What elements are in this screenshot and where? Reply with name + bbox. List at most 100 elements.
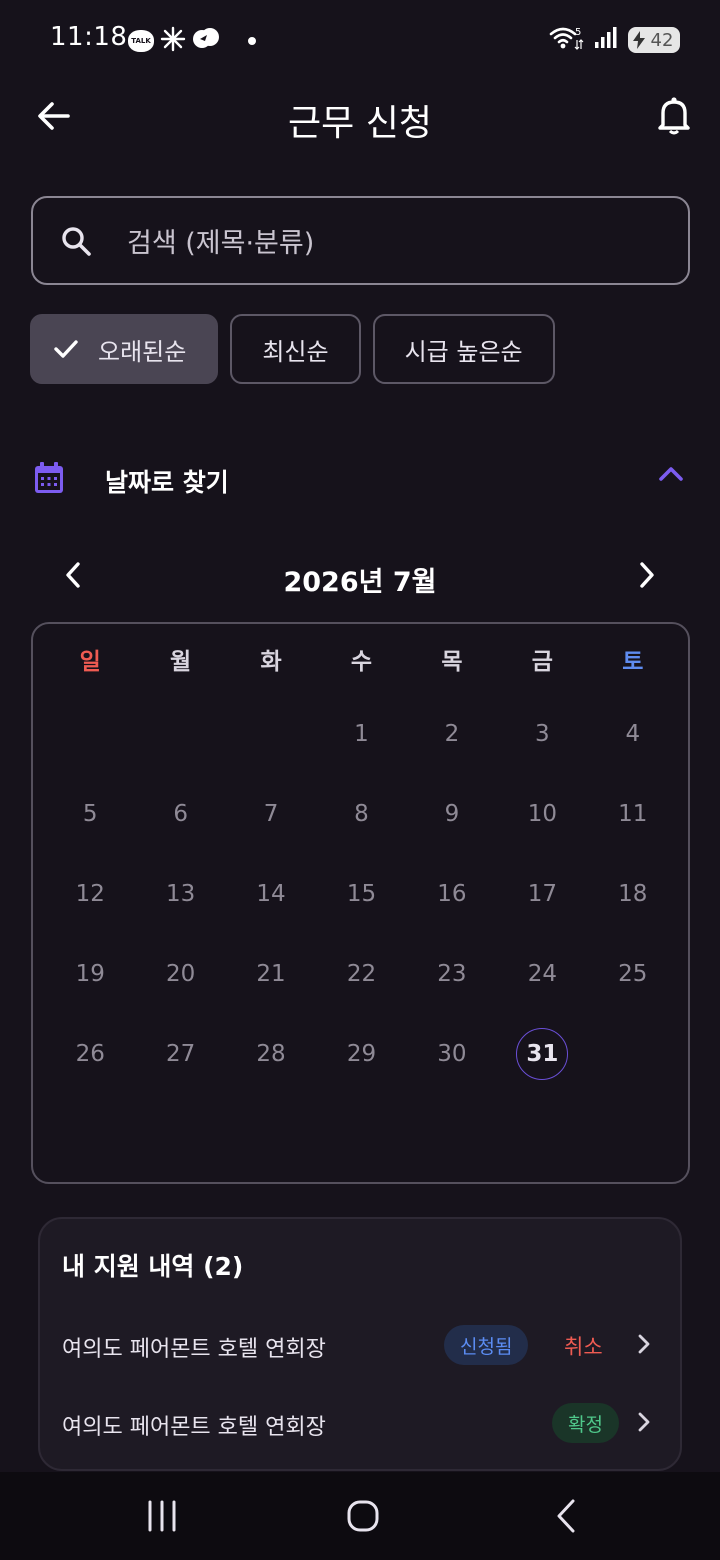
system-back-button[interactable] <box>536 1496 596 1536</box>
calendar-day[interactable]: 4 <box>588 694 678 774</box>
home-button[interactable] <box>333 1496 393 1536</box>
kakaotalk-icon: TALK <box>128 30 154 52</box>
calendar-day[interactable]: 19 <box>45 934 135 1014</box>
notification-icons: TALK <box>128 26 256 56</box>
status-time: 11:18 <box>50 22 128 52</box>
status-badge-confirmed: 확정 <box>552 1403 619 1443</box>
calendar-day[interactable]: 28 <box>226 1014 316 1094</box>
weekday-wed: 수 <box>350 649 373 675</box>
notifications-button[interactable] <box>650 92 698 140</box>
calendar-day[interactable]: 16 <box>407 854 497 934</box>
sort-chip-highest-wage[interactable]: 시급 높은순 <box>372 314 555 384</box>
cancel-button[interactable]: 취소 <box>564 1331 603 1361</box>
calendar-day-number: 4 <box>625 721 641 747</box>
signal-icon <box>594 26 618 54</box>
calendar-day-number: 13 <box>165 881 196 907</box>
search-icon <box>61 224 95 258</box>
calendar-day[interactable]: 27 <box>135 1014 225 1094</box>
calendar-day[interactable]: 18 <box>588 854 678 934</box>
back-chevron-icon <box>557 1499 575 1533</box>
sort-chip-label: 오래된순 <box>98 337 187 366</box>
application-row[interactable]: 여의도 페어몬트 호텔 연회장 신청됨 취소 <box>40 1315 680 1375</box>
calendar-day-number: 23 <box>437 961 467 987</box>
calendar-day[interactable]: 8 <box>316 774 406 854</box>
calendar-day-number: 18 <box>618 881 648 907</box>
calendar-day[interactable]: 5 <box>45 774 135 854</box>
calendar: 일 월 화 수 목 금 토 1 2 3 4 5 6 7 8 9 10 11 12 13 14 15 16 17 1… <box>31 622 690 1184</box>
status-badge-applied: 신청됨 <box>444 1325 529 1365</box>
calendar-day-today[interactable]: 31 <box>497 1014 587 1094</box>
calendar-day-number: 5 <box>82 801 98 827</box>
calendar-day-number: 16 <box>437 881 467 907</box>
calendar-day-number: 31 <box>516 1028 569 1080</box>
recent-apps-icon <box>148 1500 176 1532</box>
calendar-day-number: 20 <box>165 961 196 987</box>
calendar-day[interactable]: 24 <box>497 934 587 1014</box>
calendar-day-number: 12 <box>75 881 105 907</box>
calendar-day[interactable]: 1 <box>316 694 406 774</box>
check-icon <box>54 339 78 359</box>
search-placeholder: 검색 (제목·분류) <box>127 228 315 259</box>
search-input[interactable]: 검색 (제목·분류) <box>31 196 690 285</box>
wifi-band-label: 5 <box>575 27 581 38</box>
calendar-day-number: 19 <box>75 961 105 987</box>
calendar-day-number: 28 <box>256 1041 286 1067</box>
calendar-day-number: 2 <box>444 721 460 747</box>
calendar-day[interactable]: 17 <box>497 854 587 934</box>
calendar-day[interactable]: 2 <box>407 694 497 774</box>
battery-icon: 42 <box>628 27 680 53</box>
sort-chip-newest[interactable]: 최신순 <box>230 314 361 384</box>
calendar-day-number: 25 <box>618 961 648 987</box>
system-nav-bar <box>0 1472 720 1560</box>
calendar-day-number: 14 <box>256 881 286 907</box>
calendar-day[interactable]: 26 <box>45 1014 135 1094</box>
calendar-day[interactable]: 22 <box>316 934 406 1014</box>
calendar-day[interactable]: 23 <box>407 934 497 1014</box>
calendar-day-number: 22 <box>346 961 377 987</box>
calendar-day[interactable]: 11 <box>588 774 678 854</box>
calendar-day[interactable]: 20 <box>135 934 225 1014</box>
calendar-day-number: 17 <box>527 881 557 907</box>
day-grid: 1 2 3 4 5 6 7 8 9 10 11 12 13 14 15 16 17 18 19 20 21 22 23 24 2… <box>45 694 678 1094</box>
application-name: 여의도 페어몬트 호텔 연회장 <box>62 1415 326 1440</box>
calendar-day[interactable]: 30 <box>407 1014 497 1094</box>
calendar-day[interactable]: 21 <box>226 934 316 1014</box>
sort-chip-oldest[interactable]: 오래된순 <box>30 314 219 384</box>
application-row[interactable]: 여의도 페어몬트 호텔 연회장 확정 <box>40 1393 680 1453</box>
status-bar: 11:18 TALK 5 42 <box>0 0 720 78</box>
calendar-day-number: 30 <box>437 1041 467 1067</box>
calendar-day[interactable]: 6 <box>135 774 225 854</box>
collapse-button[interactable] <box>658 464 684 486</box>
calendar-day-number: 10 <box>527 801 557 827</box>
calendar-day[interactable]: 13 <box>135 854 225 934</box>
calendar-day[interactable]: 7 <box>226 774 316 854</box>
calendar-day[interactable]: 3 <box>497 694 587 774</box>
sparkle-icon <box>160 26 186 56</box>
calendar-day[interactable]: 15 <box>316 854 406 934</box>
calendar-day[interactable]: 14 <box>226 854 316 934</box>
calendar-day-number: 9 <box>444 801 460 827</box>
weekday-sat: 토 <box>622 649 644 675</box>
calendar-day-number: 27 <box>165 1041 196 1067</box>
date-filter-header[interactable]: 날짜로 찾기 <box>0 450 720 510</box>
calendar-day[interactable]: 10 <box>497 774 587 854</box>
calendar-day-number: 29 <box>346 1041 377 1067</box>
calendar-day[interactable]: 9 <box>407 774 497 854</box>
calendar-day-number: 24 <box>527 961 557 987</box>
calendar-day[interactable]: 29 <box>316 1014 406 1094</box>
applications-title: 내 지원 내역 (2) <box>62 1252 244 1281</box>
calendar-day[interactable]: 12 <box>45 854 135 934</box>
calendar-day-blank <box>226 694 316 774</box>
my-applications-card: 내 지원 내역 (2) 여의도 페어몬트 호텔 연회장 신청됨 취소 여의도 페… <box>38 1217 682 1471</box>
home-icon <box>347 1500 379 1532</box>
calendar-day-blank <box>45 694 135 774</box>
calendar-day[interactable]: 25 <box>588 934 678 1014</box>
calendar-icon <box>34 462 64 498</box>
chevron-right-icon <box>636 1411 652 1437</box>
battery-level: 42 <box>650 29 674 51</box>
weekday-mon: 월 <box>170 649 192 675</box>
weekday-tue: 화 <box>260 649 282 675</box>
recent-apps-button[interactable] <box>132 1496 192 1536</box>
calendar-day-number: 26 <box>75 1041 105 1067</box>
next-month-button[interactable] <box>630 558 662 596</box>
